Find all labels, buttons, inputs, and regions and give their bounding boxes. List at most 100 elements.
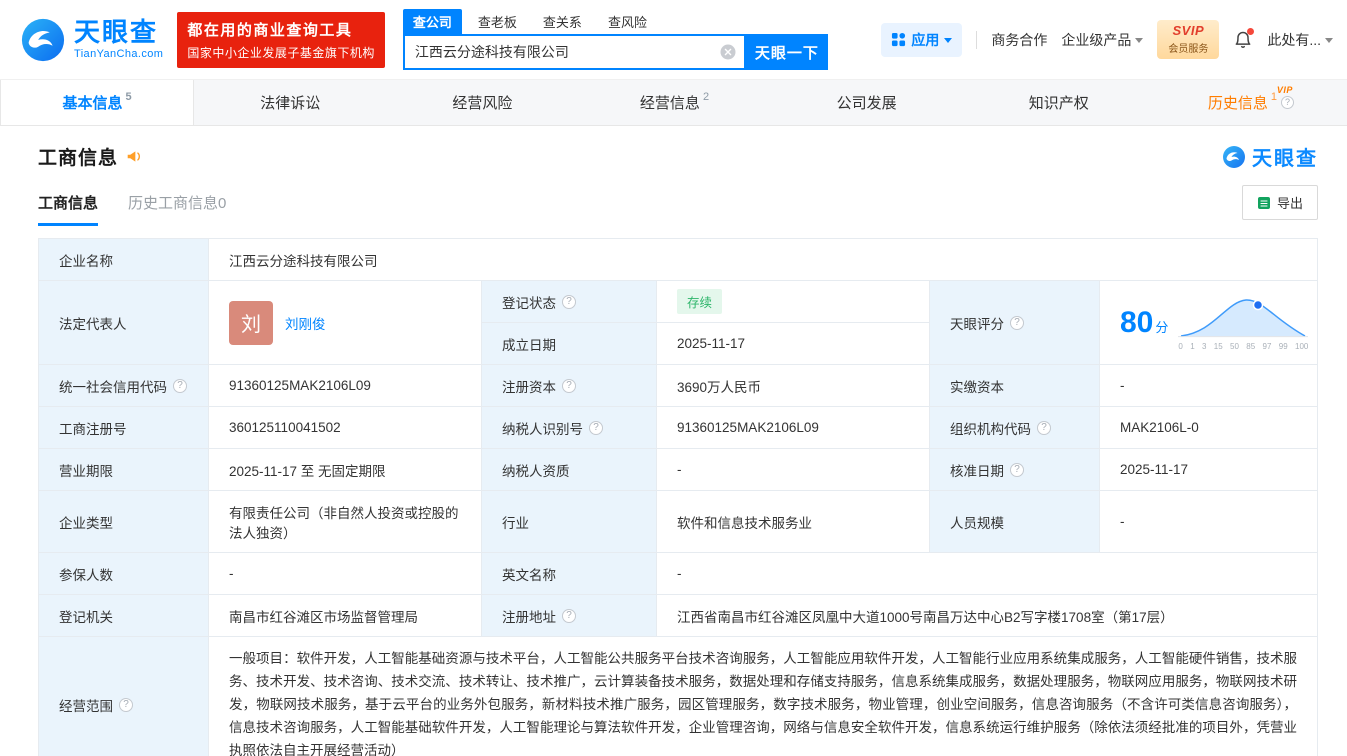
tianyancha-logo[interactable]: 天眼查 TianYanCha.com <box>20 17 163 63</box>
tianyancha-logo-icon <box>21 18 65 61</box>
business-term-value: 2025-11-17 至 无固定期限 <box>208 448 482 491</box>
chevron-down-icon <box>944 37 953 47</box>
company-section-tabs: 基本信息 5 法律诉讼 经营风险 经营信息 2 公司发展 知识产权 历史信息 VIP… <box>0 80 1347 126</box>
legal-rep-link[interactable]: 刘刚俊 <box>285 313 326 333</box>
reg-capital-label: 注册资本? <box>481 364 657 407</box>
legal-rep-label: 法定代表人 <box>38 280 209 365</box>
tab-operational-risk[interactable]: 经营风险 <box>386 80 578 125</box>
company-type-label: 企业类型 <box>38 490 209 553</box>
staff-size-value: - <box>1099 490 1318 553</box>
search-button[interactable]: 天眼一下 <box>745 34 828 70</box>
reg-capital-value: 3690万人民币 <box>656 364 930 407</box>
chevron-down-icon <box>1325 37 1333 47</box>
taxpayer-id-value: 91360125MAK2106L09 <box>656 406 930 449</box>
help-icon[interactable]: ? <box>589 420 603 435</box>
industry-label: 行业 <box>481 490 657 553</box>
credit-code-label: 统一社会信用代码? <box>38 364 209 407</box>
logo-domain-text: TianYanCha.com <box>74 48 164 60</box>
establish-date-label: 成立日期 <box>481 322 657 365</box>
export-button[interactable]: 导出 <box>1241 185 1318 220</box>
company-profile-page: 天眼查 TianYanCha.com 都在用的商业查询工具 国家中小企业发展子基… <box>0 0 1347 756</box>
establish-date-value: 2025-11-17 <box>656 322 930 365</box>
insured-count-value: - <box>208 552 482 595</box>
announcement-horn-icon[interactable] <box>126 148 143 165</box>
industry-value: 软件和信息技术服务业 <box>656 490 930 553</box>
help-icon[interactable]: ? <box>1010 462 1024 477</box>
help-icon[interactable]: ? <box>1280 96 1294 109</box>
tyc-score-value: 80 分 0 1 3 15 50 85 97 99 100 <box>1099 280 1318 365</box>
apps-menu[interactable]: 应用 <box>881 22 963 57</box>
search-tab-boss[interactable]: 查老板 <box>468 9 527 34</box>
paid-capital-label: 实缴资本 <box>929 364 1100 407</box>
credit-code-value: 91360125MAK2106L09 <box>208 364 482 407</box>
english-name-value: - <box>656 552 1318 595</box>
search-tab-risk[interactable]: 查风险 <box>598 9 657 34</box>
top-header: 天眼查 TianYanCha.com 都在用的商业查询工具 国家中小企业发展子基… <box>0 0 1347 80</box>
tyc-score-link[interactable]: 80 分 0 1 3 15 50 85 97 99 100 <box>1120 294 1309 351</box>
help-icon[interactable]: ? <box>119 697 133 712</box>
apps-grid-icon <box>892 32 906 47</box>
business-scope-label: 经营范围? <box>38 636 209 756</box>
english-name-label: 英文名称 <box>481 552 657 595</box>
insured-count-label: 参保人数 <box>38 552 209 595</box>
tab-history-info[interactable]: 历史信息 VIP 1 ? <box>1155 80 1347 125</box>
business-term-label: 营业期限 <box>38 448 209 491</box>
search-input[interactable] <box>414 44 720 60</box>
logo-brand-text: 天眼查 <box>74 17 159 47</box>
reg-authority-label: 登记机关 <box>38 594 209 637</box>
business-cooperation-link[interactable]: 商务合作 <box>991 30 1047 50</box>
reg-number-label: 工商注册号 <box>38 406 209 449</box>
tianyancha-watermark: 天眼查 <box>1222 142 1318 171</box>
paid-capital-value: - <box>1099 364 1318 407</box>
approval-date-label: 核准日期? <box>929 448 1100 491</box>
search-tab-company[interactable]: 查公司 <box>402 9 462 34</box>
taxpayer-quality-value: - <box>656 448 930 491</box>
tab-legal-proceedings[interactable]: 法律诉讼 <box>194 80 386 125</box>
company-type-value: 有限责任公司（非自然人投资或控股的法人独资） <box>208 490 482 553</box>
help-icon[interactable]: ? <box>562 378 576 393</box>
main-content: 工商信息 天眼查 工商信息 历史工商信息0 导出 企业名称 江西云分途科技有限公… <box>0 142 1347 756</box>
score-axis-labels: 0 1 3 15 50 85 97 99 100 <box>1178 342 1309 351</box>
search-box <box>402 34 746 70</box>
tab-basic-info[interactable]: 基本信息 5 <box>0 80 195 125</box>
clear-icon[interactable] <box>720 44 736 60</box>
notification-dot <box>1247 27 1255 35</box>
chevron-down-icon <box>1135 37 1144 47</box>
help-icon[interactable]: ? <box>173 378 187 393</box>
org-code-label: 组织机构代码? <box>929 406 1100 449</box>
user-menu[interactable]: 此处有... <box>1267 30 1333 50</box>
score-distribution-chart: 0 1 3 15 50 85 97 99 100 <box>1178 294 1309 351</box>
promo-banner: 都在用的商业查询工具 国家中小企业发展子基金旗下机构 <box>177 11 385 68</box>
vip-tag: VIP <box>1276 85 1293 95</box>
subtab-history-business-registration[interactable]: 历史工商信息0 <box>128 192 226 226</box>
search-area: 查公司 查老板 查关系 查风险 天眼一下 <box>402 9 828 70</box>
svip-member-badge[interactable]: SVIP 会员服务 <box>1157 20 1220 59</box>
score-curve <box>1178 299 1309 338</box>
help-icon[interactable]: ? <box>1037 420 1051 435</box>
notification-bell-icon[interactable] <box>1233 27 1255 50</box>
enterprise-products-menu[interactable]: 企业级产品 <box>1061 30 1144 50</box>
taxpayer-quality-label: 纳税人资质 <box>481 448 657 491</box>
approval-date-value: 2025-11-17 <box>1099 448 1318 491</box>
business-scope-value: 一般项目：软件开发，人工智能基础资源与技术平台，人工智能公共服务平台技术咨询服务… <box>208 636 1318 756</box>
help-icon[interactable]: ? <box>562 608 576 623</box>
search-tab-relation[interactable]: 查关系 <box>533 9 592 34</box>
tab-intellectual-property[interactable]: 知识产权 <box>963 80 1155 125</box>
legal-rep-value: 刘 刘刚俊 <box>208 280 482 365</box>
reg-address-label: 注册地址? <box>481 594 657 637</box>
staff-size-label: 人员规模 <box>929 490 1100 553</box>
tyc-score-label: 天眼评分? <box>929 280 1100 365</box>
section-title: 工商信息 <box>38 148 119 169</box>
tab-business-info[interactable]: 经营信息 2 <box>578 80 770 125</box>
search-tabs: 查公司 查老板 查关系 查风险 <box>402 9 828 34</box>
help-icon[interactable]: ? <box>1010 315 1024 330</box>
subtab-business-registration[interactable]: 工商信息 <box>38 192 99 226</box>
legal-rep-avatar[interactable]: 刘 <box>229 300 273 345</box>
company-name-label: 企业名称 <box>38 238 209 281</box>
header-right-nav: 应用 商务合作 企业级产品 SVIP 会员服务 此处有... <box>881 20 1333 59</box>
org-code-value: MAK2106L-0 <box>1099 406 1318 449</box>
help-icon[interactable]: ? <box>562 294 576 309</box>
reg-authority-value: 南昌市红谷滩区市场监督管理局 <box>208 594 482 637</box>
reg-address-value: 江西省南昌市红谷滩区凤凰中大道1000号南昌万达中心B2写字楼1708室（第17… <box>656 594 1318 637</box>
tab-company-development[interactable]: 公司发展 <box>771 80 963 125</box>
